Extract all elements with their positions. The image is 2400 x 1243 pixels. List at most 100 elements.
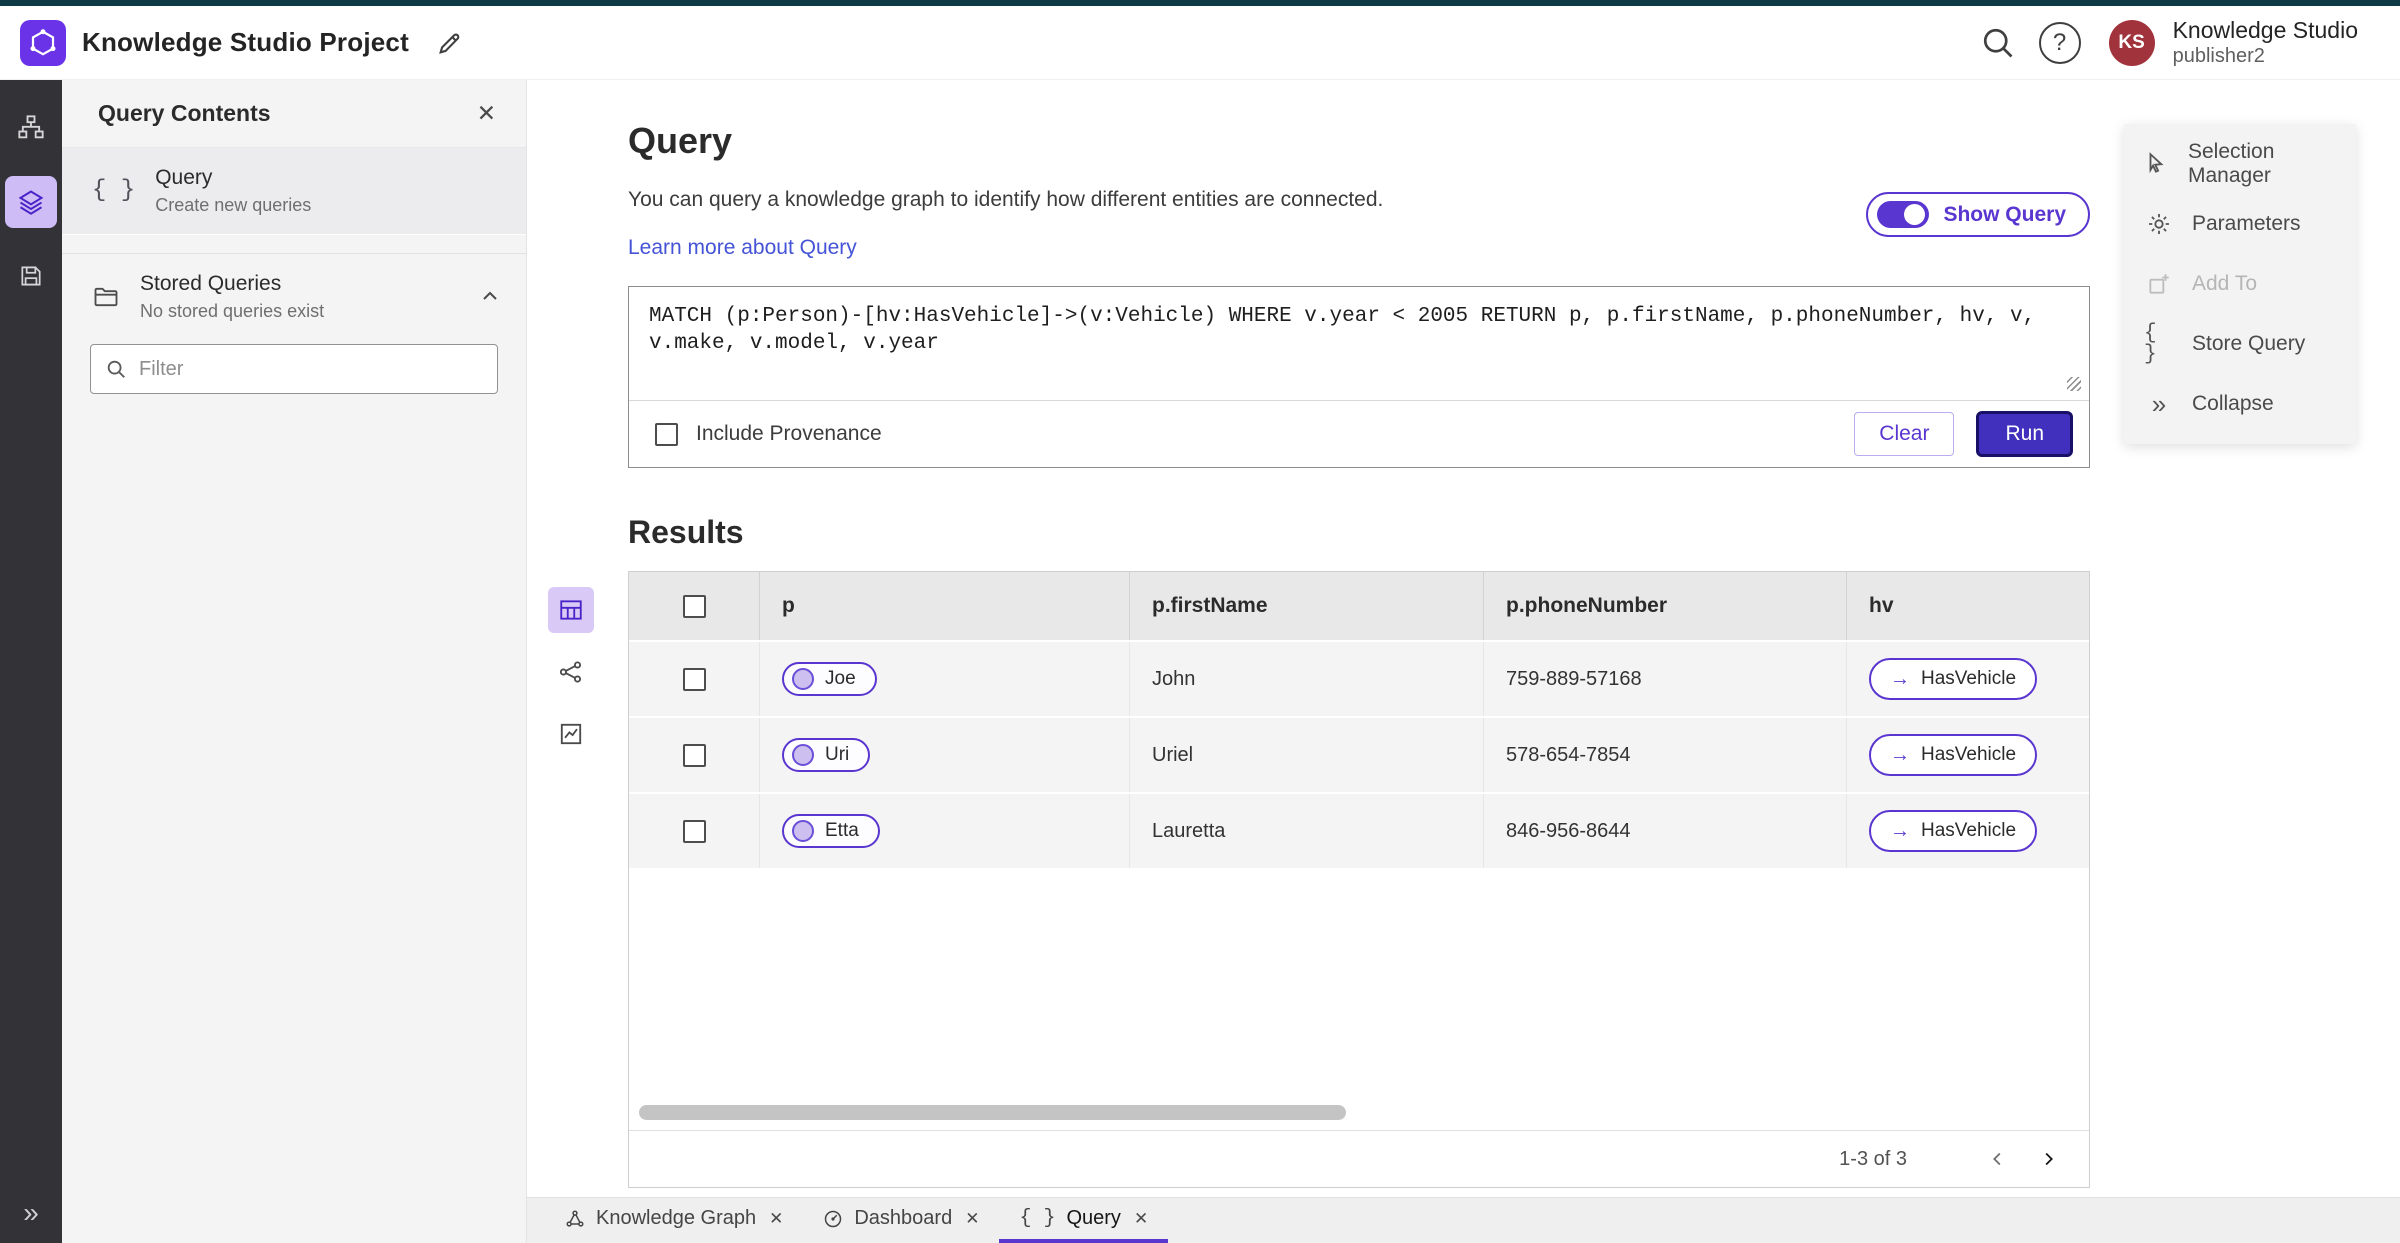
tab-query[interactable]: { } Query ✕ <box>999 1198 1169 1243</box>
braces-icon: { } <box>1019 1207 1056 1230</box>
arrow-right-icon: → <box>1890 820 1910 842</box>
stored-queries-title: Stored Queries <box>140 272 282 295</box>
node-pill[interactable]: Uri <box>782 738 871 772</box>
column-header-firstname[interactable]: p.firstName <box>1129 572 1483 640</box>
table-view-button[interactable] <box>548 587 594 633</box>
expand-icon: » <box>23 1197 39 1228</box>
edge-label: HasVehicle <box>1921 668 2017 689</box>
arrow-right-icon: → <box>1890 744 1910 766</box>
user-info: Knowledge Studio publisher2 <box>2173 17 2358 69</box>
edge-pill[interactable]: → HasVehicle <box>1869 810 2038 852</box>
previous-page-button[interactable] <box>1973 1134 2023 1184</box>
rail-item-layers[interactable] <box>5 176 57 228</box>
arrow-right-icon: → <box>1890 668 1910 690</box>
filter-input[interactable] <box>139 357 483 381</box>
menu-item-label: Selection Manager <box>2188 140 2275 187</box>
avatar-initials: KS <box>2118 31 2145 53</box>
menu-item-collapse[interactable]: » Collapse <box>2124 374 2356 434</box>
query-editor-box: MATCH (p:Person)-[hv:HasVehicle]->(v:Veh… <box>628 286 2090 468</box>
tab-dashboard[interactable]: Dashboard ✕ <box>803 1198 999 1243</box>
node-label: Joe <box>825 668 856 689</box>
menu-item-parameters[interactable]: Parameters <box>2124 194 2356 254</box>
close-icon: ✕ <box>476 100 496 126</box>
node-label: Uri <box>825 744 850 765</box>
toggle-switch <box>1877 201 1930 228</box>
firstname-cell: Uriel <box>1129 718 1483 792</box>
table-header-row: p p.firstName p.phoneNumber hv <box>629 572 2089 642</box>
graph-view-button[interactable] <box>548 649 594 695</box>
pagination-bar: 1-3 of 3 <box>629 1130 2089 1187</box>
save-icon <box>21 266 41 286</box>
chevron-up-icon[interactable] <box>480 287 500 307</box>
row-checkbox[interactable] <box>682 667 706 691</box>
edge-pill[interactable]: → HasVehicle <box>1869 658 2038 700</box>
row-checkbox[interactable] <box>682 743 706 767</box>
close-icon[interactable]: ✕ <box>965 1209 979 1229</box>
user-avatar[interactable]: KS <box>2108 19 2155 66</box>
help-glyph: ? <box>2052 28 2067 56</box>
query-list-item[interactable]: { } Query Create new queries <box>62 148 526 235</box>
phone-cell: 759-889-57168 <box>1483 642 1846 716</box>
chart-view-button[interactable] <box>548 711 594 757</box>
menu-item-selection-manager[interactable]: Selection Manager <box>2124 134 2356 194</box>
panel-close-button[interactable]: ✕ <box>477 100 496 127</box>
node-label: Etta <box>825 820 859 841</box>
rail-expand-button[interactable]: » <box>23 1199 39 1227</box>
tab-knowledge-graph[interactable]: Knowledge Graph ✕ <box>545 1198 803 1243</box>
row-checkbox[interactable] <box>682 819 706 843</box>
next-page-button[interactable] <box>2023 1134 2073 1184</box>
column-header-hv[interactable]: hv <box>1846 572 2089 640</box>
tab-label: Dashboard <box>854 1207 953 1229</box>
left-rail: » <box>0 80 62 1243</box>
clear-button[interactable]: Clear <box>1854 412 1955 456</box>
query-text-editor[interactable]: MATCH (p:Person)-[hv:HasVehicle]->(v:Veh… <box>629 287 2089 401</box>
stored-queries-header[interactable]: Stored Queries No stored queries exist <box>62 253 526 336</box>
table-row: Etta Lauretta 846-956-8644 → HasVehicle <box>629 794 2089 870</box>
description-block: You can query a knowledge graph to ident… <box>628 188 1383 260</box>
edge-cell: → HasVehicle <box>1846 794 2089 868</box>
add-to-icon <box>2144 271 2174 297</box>
close-icon[interactable]: ✕ <box>769 1209 783 1229</box>
help-button[interactable]: ? <box>2037 20 2083 66</box>
close-icon[interactable]: ✕ <box>1134 1209 1148 1229</box>
chart-view-icon <box>560 723 582 745</box>
resize-handle-icon[interactable] <box>2067 377 2081 391</box>
search-button[interactable] <box>1975 20 2021 66</box>
column-header-p[interactable]: p <box>759 572 1129 640</box>
node-pill[interactable]: Joe <box>782 662 877 696</box>
user-role: publisher2 <box>2172 45 2265 68</box>
show-query-label: Show Query <box>1943 202 2066 226</box>
horizontal-scrollbar-thumb[interactable] <box>639 1105 1346 1120</box>
braces-icon: { } <box>2144 322 2157 366</box>
app-logo <box>20 19 66 66</box>
run-button[interactable]: Run <box>1976 411 2073 457</box>
select-all-checkbox[interactable] <box>682 594 706 618</box>
stored-queries-subtitle: No stored queries exist <box>140 301 325 321</box>
menu-item-store-query[interactable]: { } Store Query <box>2124 314 2356 374</box>
learn-more-link[interactable]: Learn more about Query <box>628 236 857 260</box>
query-editor-footer: Include Provenance Clear Run <box>629 401 2089 467</box>
search-icon <box>107 360 125 378</box>
edge-pill[interactable]: → HasVehicle <box>1869 734 2038 776</box>
edge-label: HasVehicle <box>1921 744 2017 765</box>
firstname-cell: John <box>1129 642 1483 716</box>
chevron-right-icon <box>2045 1152 2053 1166</box>
main-content: Query You can query a knowledge graph to… <box>527 80 2400 1197</box>
rail-item-hierarchy[interactable] <box>5 102 57 154</box>
column-header-phonenumber[interactable]: p.phoneNumber <box>1483 572 1846 640</box>
include-provenance-checkbox[interactable] <box>655 422 678 446</box>
node-circle-icon <box>792 668 814 690</box>
node-cell: Uri <box>759 718 1129 792</box>
table-view-icon <box>560 600 582 620</box>
node-circle-icon <box>792 744 814 766</box>
stored-queries-text: Stored Queries No stored queries exist <box>140 272 460 322</box>
firstname-cell: Lauretta <box>1129 794 1483 868</box>
menu-item-label: Collapse <box>2192 392 2274 415</box>
show-query-toggle[interactable]: Show Query <box>1866 192 2090 237</box>
node-pill[interactable]: Etta <box>782 814 880 848</box>
braces-icon: { } <box>92 177 136 204</box>
rail-item-save[interactable] <box>5 250 57 302</box>
edit-title-button[interactable] <box>427 20 473 66</box>
app-root: Knowledge Studio Project ? KS Knowledge … <box>0 0 2400 1243</box>
edge-cell: → HasVehicle <box>1846 642 2089 716</box>
